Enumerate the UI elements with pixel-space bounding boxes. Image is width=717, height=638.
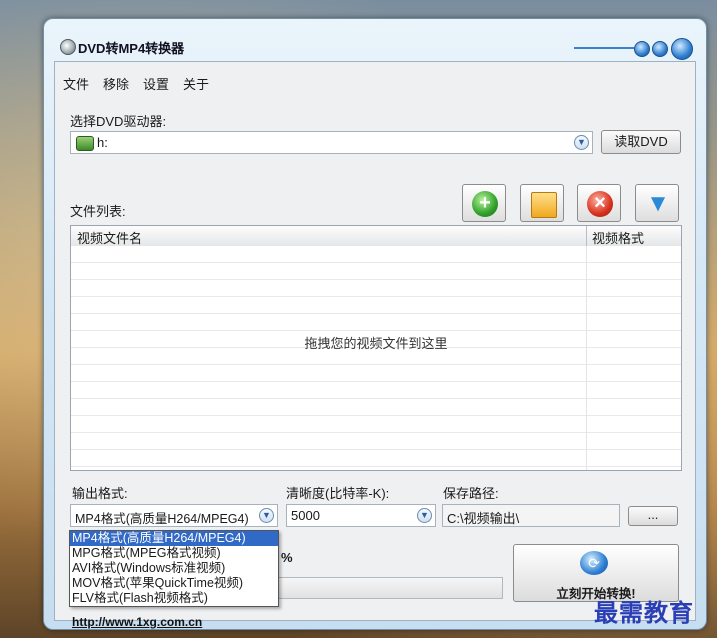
menu-file[interactable]: 文件 [63, 74, 89, 93]
output-format-select[interactable]: MP4格式(高质量H264/MPEG4) ▼ [70, 504, 278, 527]
add-icon: + [472, 191, 498, 217]
format-option[interactable]: MPG格式(MPEG格式视频) [70, 546, 278, 561]
file-list[interactable]: 视频文件名 视频格式 拖拽您的视频文件到这里 [70, 225, 682, 471]
drop-hint: 拖拽您的视频文件到这里 [304, 336, 448, 351]
minimize-button[interactable] [634, 41, 650, 57]
title-bar[interactable]: DVD转MP4转换器 [44, 19, 706, 60]
remove-file-button[interactable]: × [577, 184, 621, 222]
remove-icon: × [587, 191, 613, 217]
menu-settings[interactable]: 设置 [143, 74, 169, 93]
output-format-label: 输出格式: [72, 486, 128, 501]
read-dvd-button[interactable]: 读取DVD [601, 130, 681, 154]
progress-percent: % [281, 550, 293, 565]
bitrate-select[interactable]: 5000 ▼ [286, 504, 436, 527]
save-path-label: 保存路径: [443, 486, 499, 501]
window-title: DVD转MP4转换器 [78, 41, 185, 56]
list-header: 视频文件名 视频格式 [71, 226, 681, 247]
chevron-down-icon[interactable]: ▼ [417, 508, 432, 523]
menu-about[interactable]: 关于 [183, 74, 209, 93]
format-option[interactable]: MP4格式(高质量H264/MPEG4) [70, 531, 278, 546]
convert-icon: ⟳ [580, 551, 608, 575]
list-rows [71, 246, 681, 470]
add-file-button[interactable]: + [462, 184, 506, 222]
browse-button[interactable]: ... [628, 506, 678, 526]
chevron-down-icon[interactable]: ▼ [574, 135, 589, 150]
app-window: DVD转MP4转换器 文件 移除 设置 关于 选择DVD驱动器: h: ▼ 读取… [43, 18, 707, 630]
dvd-drive-select[interactable]: h: ▼ [70, 131, 593, 154]
disc-icon [60, 39, 76, 55]
column-header-format[interactable]: 视频格式 [592, 228, 644, 247]
save-path-input[interactable]: C:\视频输出\ [442, 504, 620, 527]
drive-icon [76, 136, 94, 151]
open-folder-button[interactable] [520, 184, 564, 222]
filter-button[interactable]: ▼ [635, 184, 679, 222]
website-link[interactable]: http://www.1xg.com.cn [72, 615, 202, 629]
progress-bar [255, 577, 503, 599]
save-path-value: C:\视频输出\ [447, 511, 520, 526]
file-list-label: 文件列表: [70, 204, 126, 219]
main-panel: 文件 移除 设置 关于 选择DVD驱动器: h: ▼ 读取DVD 文件列表: +… [54, 61, 696, 629]
column-divider[interactable] [586, 226, 587, 246]
title-decoration [574, 47, 634, 49]
folder-icon [531, 192, 557, 218]
bitrate-value: 5000 [291, 508, 320, 523]
close-button[interactable] [671, 38, 693, 60]
filter-icon: ▼ [646, 190, 670, 217]
bitrate-label: 清晰度(比特率-K): [286, 486, 390, 501]
menu-remove[interactable]: 移除 [103, 74, 129, 93]
output-format-value: MP4格式(高质量H264/MPEG4) [75, 512, 249, 526]
column-divider-line [586, 246, 587, 470]
maximize-button[interactable] [652, 41, 668, 57]
menu-bar: 文件 移除 设置 关于 [63, 74, 209, 93]
output-format-dropdown[interactable]: MP4格式(高质量H264/MPEG4) MPG格式(MPEG格式视频) AVI… [69, 530, 279, 607]
format-option[interactable]: AVI格式(Windows标准视频) [70, 561, 278, 576]
column-header-name[interactable]: 视频文件名 [77, 228, 142, 247]
format-option[interactable]: FLV格式(Flash视频格式) [70, 591, 278, 606]
chevron-down-icon[interactable]: ▼ [259, 508, 274, 523]
dvd-drive-value: h: [97, 135, 108, 150]
watermark-text: 最需教育 [594, 598, 694, 627]
format-option[interactable]: MOV格式(苹果QuickTime视频) [70, 576, 278, 591]
dvd-drive-label: 选择DVD驱动器: [70, 114, 167, 129]
